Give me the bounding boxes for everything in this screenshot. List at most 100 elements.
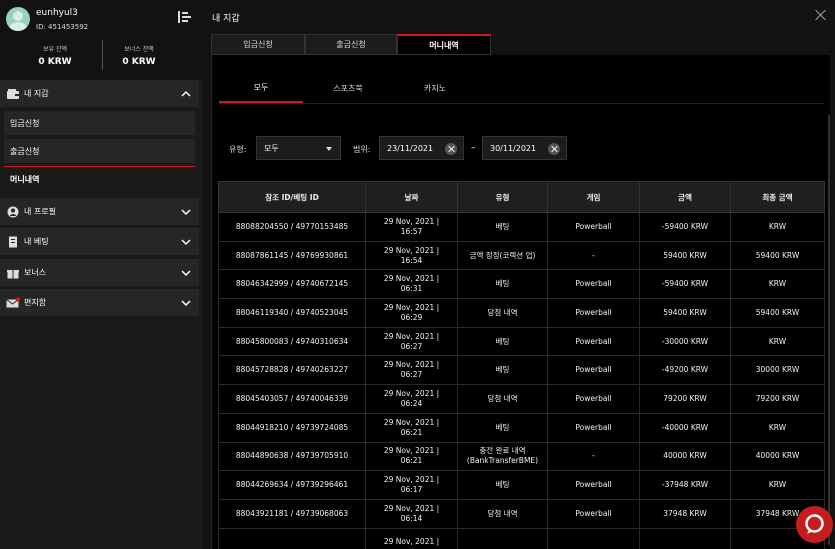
date-cell: 29 Nov, 2021 | 06:14 — [365, 498, 458, 529]
date-cell-text: 29 Nov, 2021 | — [383, 245, 440, 255]
date-cell-text: 29 Nov, 2021 | — [383, 537, 440, 547]
ref-cell-text: 88044918210 / 49739724085 — [235, 422, 349, 432]
type-cell — [457, 527, 548, 549]
final-amount-cell: 30000 KRW — [730, 355, 825, 386]
sidebar-item-bonus[interactable]: 보너스 — [0, 259, 199, 286]
amount-cell-text: -59400 KRW — [661, 279, 709, 289]
sidebar-item-profile[interactable]: 내 프로필 — [0, 198, 199, 225]
final-amount-cell-text: KRW — [768, 336, 787, 346]
game-cell-text: Powerball — [575, 279, 612, 289]
sidebar-item-label: 내 베팅 — [24, 237, 49, 246]
sidebar-subitem-money-history[interactable]: 머니내역 — [4, 167, 195, 191]
sidebar-subitem-label: 출금신청 — [10, 146, 40, 156]
date-cell-text: 29 Nov, 2021 | — [383, 331, 440, 341]
date-to-field[interactable]: 30/11/2021 — [482, 136, 567, 160]
type-cell: 당첨 내역 — [457, 298, 548, 328]
divider — [219, 103, 824, 104]
ref-cell-text: 88045800083 / 49740310634 — [235, 336, 349, 346]
ref-cell: 88087861145 / 49769930861 — [218, 240, 366, 271]
type-cell: 충전 완료 내역 (BankTransferBME) — [457, 441, 548, 472]
final-amount-cell-text: 40000 KRW — [755, 451, 800, 461]
game-cell-text: Powerball — [575, 480, 612, 490]
type-cell-text: 당첨 내역 — [487, 393, 518, 403]
table-row: 88046119340 / 49740523045 29 Nov, 2021 | 0… — [218, 298, 825, 328]
date-cell-text: 29 Nov, 2021 | — [383, 475, 440, 485]
clear-icon[interactable] — [445, 143, 457, 155]
date-cell-text: 06:29 — [400, 312, 423, 322]
date-cell-text: 06:14 — [400, 513, 423, 523]
sidebar-item-wallet[interactable]: 내 지갑 — [0, 80, 199, 107]
type-cell-text: 충전 완료 내역 — [479, 446, 526, 456]
date-cell-text: 29 Nov, 2021 | — [383, 446, 440, 456]
table-row: 88045403057 / 49740046339 29 Nov, 2021 | 0… — [218, 384, 825, 414]
date-cell-text: 06:24 — [400, 398, 423, 408]
game-cell: Powerball — [547, 355, 640, 386]
column-header: 날짜 — [365, 181, 458, 213]
logout-icon[interactable] — [177, 9, 193, 25]
sidebar-subitem-withdraw[interactable]: 출금신청 — [4, 139, 195, 163]
sidebar-subitem-label: 입금신청 — [10, 118, 40, 128]
amount-cell: -40000 KRW — [639, 412, 731, 443]
table-row: 88044890638 / 49739705910 29 Nov, 2021 | 0… — [218, 441, 825, 472]
final-amount-cell-text: KRW — [768, 422, 787, 432]
final-amount-cell-text: 59400 KRW — [755, 307, 800, 317]
balance-bonus: 보너스 잔액 0 KRW — [94, 44, 184, 67]
type-cell: 당첨 내역 — [457, 384, 548, 414]
tab-withdraw[interactable]: 출금신청 — [305, 34, 397, 55]
type-cell-text: 베팅 — [495, 279, 510, 289]
sidebar-item-label: 보너스 — [24, 268, 47, 277]
scrollbar[interactable] — [828, 115, 830, 545]
type-cell-text: 베팅 — [495, 336, 510, 346]
ref-cell: 88044918210 / 49739724085 — [218, 412, 366, 443]
type-cell-text: 베팅 — [495, 480, 510, 490]
sidebar-item-inbox[interactable]: 편지함 — [0, 289, 199, 316]
range-filter-label: 범위: — [353, 145, 371, 154]
subtab-casino[interactable]: 카지노 — [393, 73, 477, 103]
type-cell: 베팅 — [457, 355, 548, 386]
sidebar-item-bets[interactable]: 내 베팅 — [0, 228, 199, 255]
amount-cell: 37948 KRW — [639, 498, 731, 529]
tab-deposit[interactable]: 입금신청 — [211, 34, 305, 55]
game-cell-text: Powerball — [575, 221, 612, 231]
avatar[interactable] — [6, 7, 30, 31]
sidebar-subitem-label: 머니내역 — [10, 174, 40, 184]
amount-cell: 40000 KRW — [639, 441, 731, 472]
chat-button[interactable] — [796, 506, 833, 543]
amount-cell-text: -49200 KRW — [661, 365, 709, 375]
close-icon[interactable] — [815, 9, 827, 21]
type-select[interactable]: 모두 — [256, 136, 341, 160]
chevron-down-icon — [181, 238, 191, 245]
date-cell-text: 29 Nov, 2021 | — [383, 216, 440, 226]
ref-cell: 88045403057 / 49740046339 — [218, 384, 366, 414]
date-cell-text: 29 Nov, 2021 | — [383, 388, 440, 398]
ref-cell — [218, 527, 366, 549]
sidebar-subitem-deposit[interactable]: 입금신청 — [4, 111, 195, 135]
date-cell-text: 29 Nov, 2021 | — [383, 274, 440, 284]
type-cell: 베팅 — [457, 326, 548, 357]
game-cell — [547, 527, 640, 549]
subtab-all[interactable]: 모두 — [219, 73, 303, 103]
chevron-down-icon — [181, 208, 191, 215]
table-row: 88045800083 / 49740310634 29 Nov, 2021 | 0… — [218, 326, 825, 357]
username: eunhyul3 — [36, 8, 78, 18]
column-header: 유형 — [457, 181, 548, 213]
tab-money-history[interactable]: 머니내역 — [397, 34, 491, 55]
table-header-row: 참조 ID/베팅 ID 날짜 유형 게임 금액 최종 금액 — [218, 181, 825, 213]
final-amount-cell: KRW — [730, 212, 825, 242]
wallet-icon — [7, 88, 19, 99]
final-amount-cell: KRW — [730, 470, 825, 500]
date-from-field[interactable]: 23/11/2021 — [379, 136, 464, 160]
game-cell: Powerball — [547, 412, 640, 443]
date-cell: 29 Nov, 2021 | 06:29 — [365, 298, 458, 328]
ref-cell: 88088204550 / 49770153485 — [218, 212, 366, 242]
date-from-value: 23/11/2021 — [387, 143, 434, 153]
clear-icon[interactable] — [548, 143, 560, 155]
amount-cell-text: 59400 KRW — [663, 250, 707, 260]
date-cell-text: 06:21 — [400, 456, 423, 466]
tab-bar: 입금신청 출금신청 머니내역 — [211, 34, 830, 55]
subtab-sportsbook[interactable]: 스포츠북 — [306, 73, 390, 103]
type-cell-text: 당첨 내역 — [487, 307, 518, 317]
amount-cell-text: 37948 KRW — [663, 508, 707, 518]
type-cell-text: 베팅 — [495, 422, 510, 432]
type-cell: 베팅 — [457, 412, 548, 443]
